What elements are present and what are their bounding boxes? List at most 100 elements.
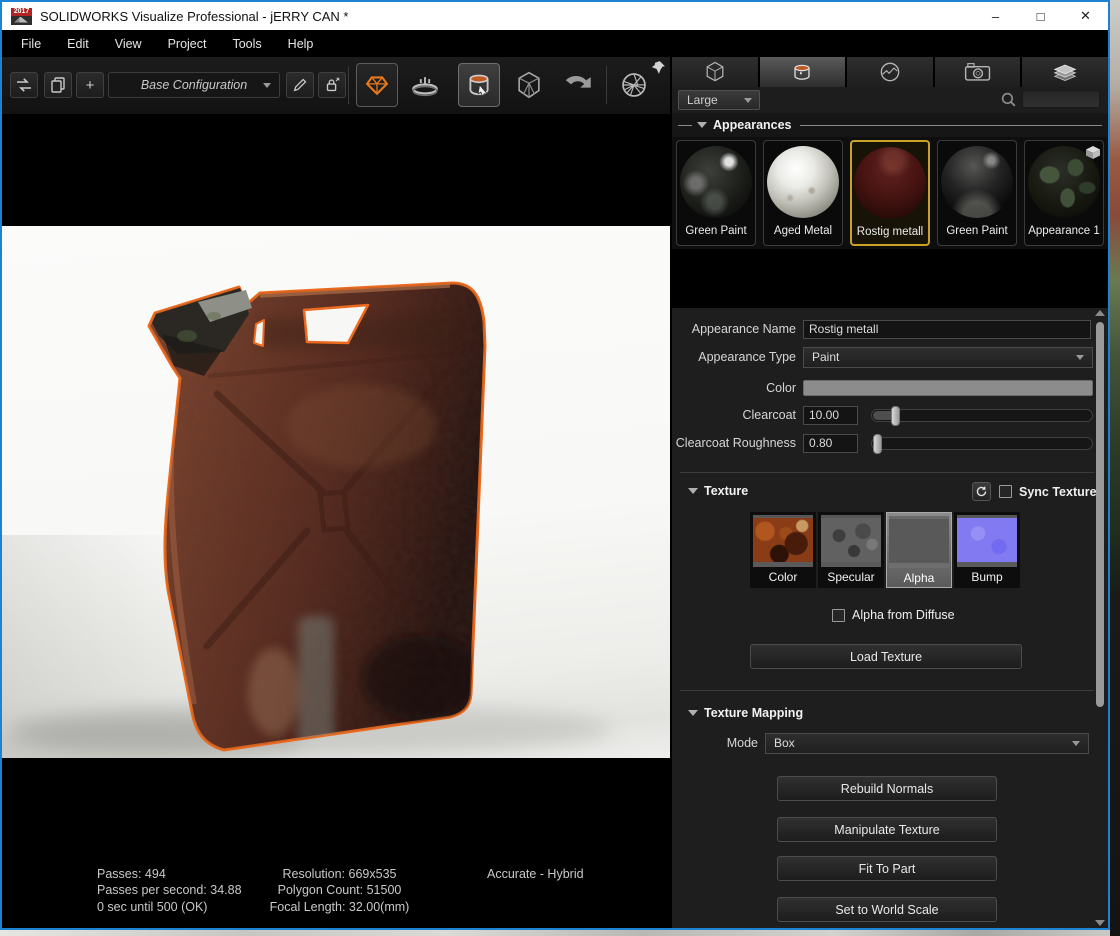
configuration-dropdown[interactable]: Base Configuration [108,72,280,98]
appearance-thumb-green-paint-1[interactable]: Green Paint [676,140,756,246]
fit-to-part-button[interactable]: Fit To Part [777,856,997,881]
status-polygon-count: Polygon Count: 51500 [227,882,452,899]
texture-tile-specular[interactable]: Specular [818,512,884,588]
tab-cameras[interactable] [935,57,1021,87]
color-texture-preview [753,515,813,567]
panel-scrollbar[interactable] [1095,310,1105,926]
appearance-name-input[interactable] [803,320,1091,339]
menu-tools[interactable]: Tools [219,32,274,56]
status-focal-length: Focal Length: 32.00(mm) [227,899,452,916]
load-texture-button[interactable]: Load Texture [750,644,1022,669]
scroll-up-arrow[interactable] [1095,310,1105,316]
appearance-thumb-green-paint-2[interactable]: Green Paint [937,140,1017,246]
thumbnail-size-dropdown[interactable]: Large [678,90,760,110]
desktop-sliver-right [1110,0,1120,936]
roughness-input[interactable] [803,434,858,453]
minimize-button[interactable]: – [973,2,1018,30]
alpha-from-diffuse-checkbox[interactable] [832,609,845,622]
menu-view[interactable]: View [102,32,155,56]
appearances-bucket-icon [789,59,815,85]
edit-pencil-icon[interactable] [286,72,314,98]
rebuild-normals-button[interactable]: Rebuild Normals [777,776,997,801]
divider [680,472,1094,473]
render-viewport[interactable] [2,226,670,758]
duplicate-icon[interactable] [44,72,72,98]
turntable-icon[interactable] [404,63,446,107]
alpha-texture-preview [889,516,949,568]
search-icon [1000,91,1017,108]
appearance-thumb-rostig-metall[interactable]: Rostig metall [850,140,930,246]
menu-bar: File Edit View Project Tools Help [2,30,1108,57]
texture-tile-alpha[interactable]: Alpha [886,512,952,588]
search-input[interactable] [1022,90,1100,108]
texture-tile-bump[interactable]: Bump [954,512,1020,588]
toolbar-separator [606,66,607,104]
collapse-triangle-icon[interactable] [688,710,698,716]
appearance-type-dropdown[interactable]: Paint [803,347,1093,368]
appearance-name-row: Appearance Name [672,318,1108,340]
aperture-icon[interactable] [613,63,655,107]
main-toolbar: + Base Configuration [2,57,670,114]
menu-edit[interactable]: Edit [54,32,102,56]
menu-file[interactable]: File [8,32,54,56]
palette-tabs [672,57,1108,87]
curved-arrow-icon[interactable] [556,63,598,107]
jerry-can-model[interactable] [142,276,492,758]
mapping-mode-dropdown[interactable]: Box [765,733,1089,754]
close-button[interactable]: ✕ [1063,2,1108,30]
clearcoat-slider-handle[interactable] [891,406,900,426]
tab-models[interactable] [672,57,758,87]
projection-box-icon[interactable] [508,63,550,107]
clearcoat-slider[interactable] [871,409,1093,422]
swap-arrows-icon[interactable] [10,72,38,98]
pin-icon[interactable] [651,60,666,80]
status-time-remaining: 0 sec until 500 (OK) [97,899,242,916]
clearcoat-input[interactable] [803,406,858,425]
configuration-label: Base Configuration [141,78,247,92]
app-logo-icon: 2017 [11,8,32,25]
appearance-properties: Appearance Name Appearance Type Paint Co… [672,308,1108,928]
roughness-slider-handle[interactable] [873,434,882,454]
thumbnail-size-label: Large [687,93,718,107]
toolbar-separator [348,66,349,104]
window-title: SOLIDWORKS Visualize Professional - jERR… [40,9,349,24]
appearance-thumb-appearance-1[interactable]: Appearance 1 [1024,140,1104,246]
menu-help[interactable]: Help [275,32,327,56]
tab-environments[interactable] [847,57,933,87]
section-dash [678,125,692,126]
material-sphere-preview [854,147,926,219]
jerry-can-render [2,226,670,758]
models-cube-icon [702,59,728,85]
appearance-thumb-aged-metal[interactable]: Aged Metal [763,140,843,246]
material-sphere-preview [1028,146,1100,218]
environments-globe-icon [877,59,903,85]
set-to-world-scale-button[interactable]: Set to World Scale [777,897,997,922]
material-sphere-preview [767,146,839,218]
material-sphere-preview [941,146,1013,218]
alpha-from-diffuse-label: Alpha from Diffuse [852,608,955,622]
scroll-down-arrow[interactable] [1095,920,1105,926]
sync-textures-checkbox[interactable] [999,485,1012,498]
color-swatch[interactable] [803,380,1093,396]
maximize-button[interactable]: □ [1018,2,1063,30]
lock-icon[interactable] [318,72,346,98]
refresh-textures-icon[interactable] [972,482,991,501]
chevron-down-icon [1072,741,1080,746]
roughness-slider[interactable] [871,437,1093,450]
collapse-triangle-icon[interactable] [697,122,707,128]
status-render-mode: Accurate - Hybrid [487,866,584,883]
add-icon[interactable]: + [76,72,104,98]
appearances-title: Appearances [713,118,792,132]
render-mode-gem-icon[interactable] [356,63,398,107]
texture-channel-tiles: Color Specular Alpha Bump [750,512,1020,588]
tab-appearances[interactable] [760,57,846,87]
tab-layers[interactable] [1022,57,1108,87]
mapping-mode-row: Mode Box [672,732,1108,754]
manipulate-texture-button[interactable]: Manipulate Texture [777,817,997,842]
collapse-triangle-icon[interactable] [688,488,698,494]
sync-textures-label: Sync Textures [1019,485,1104,499]
menu-project[interactable]: Project [155,32,220,56]
appearance-bucket-tool-icon[interactable] [458,63,500,107]
scrollbar-thumb[interactable] [1096,322,1104,707]
texture-tile-color[interactable]: Color [750,512,816,588]
